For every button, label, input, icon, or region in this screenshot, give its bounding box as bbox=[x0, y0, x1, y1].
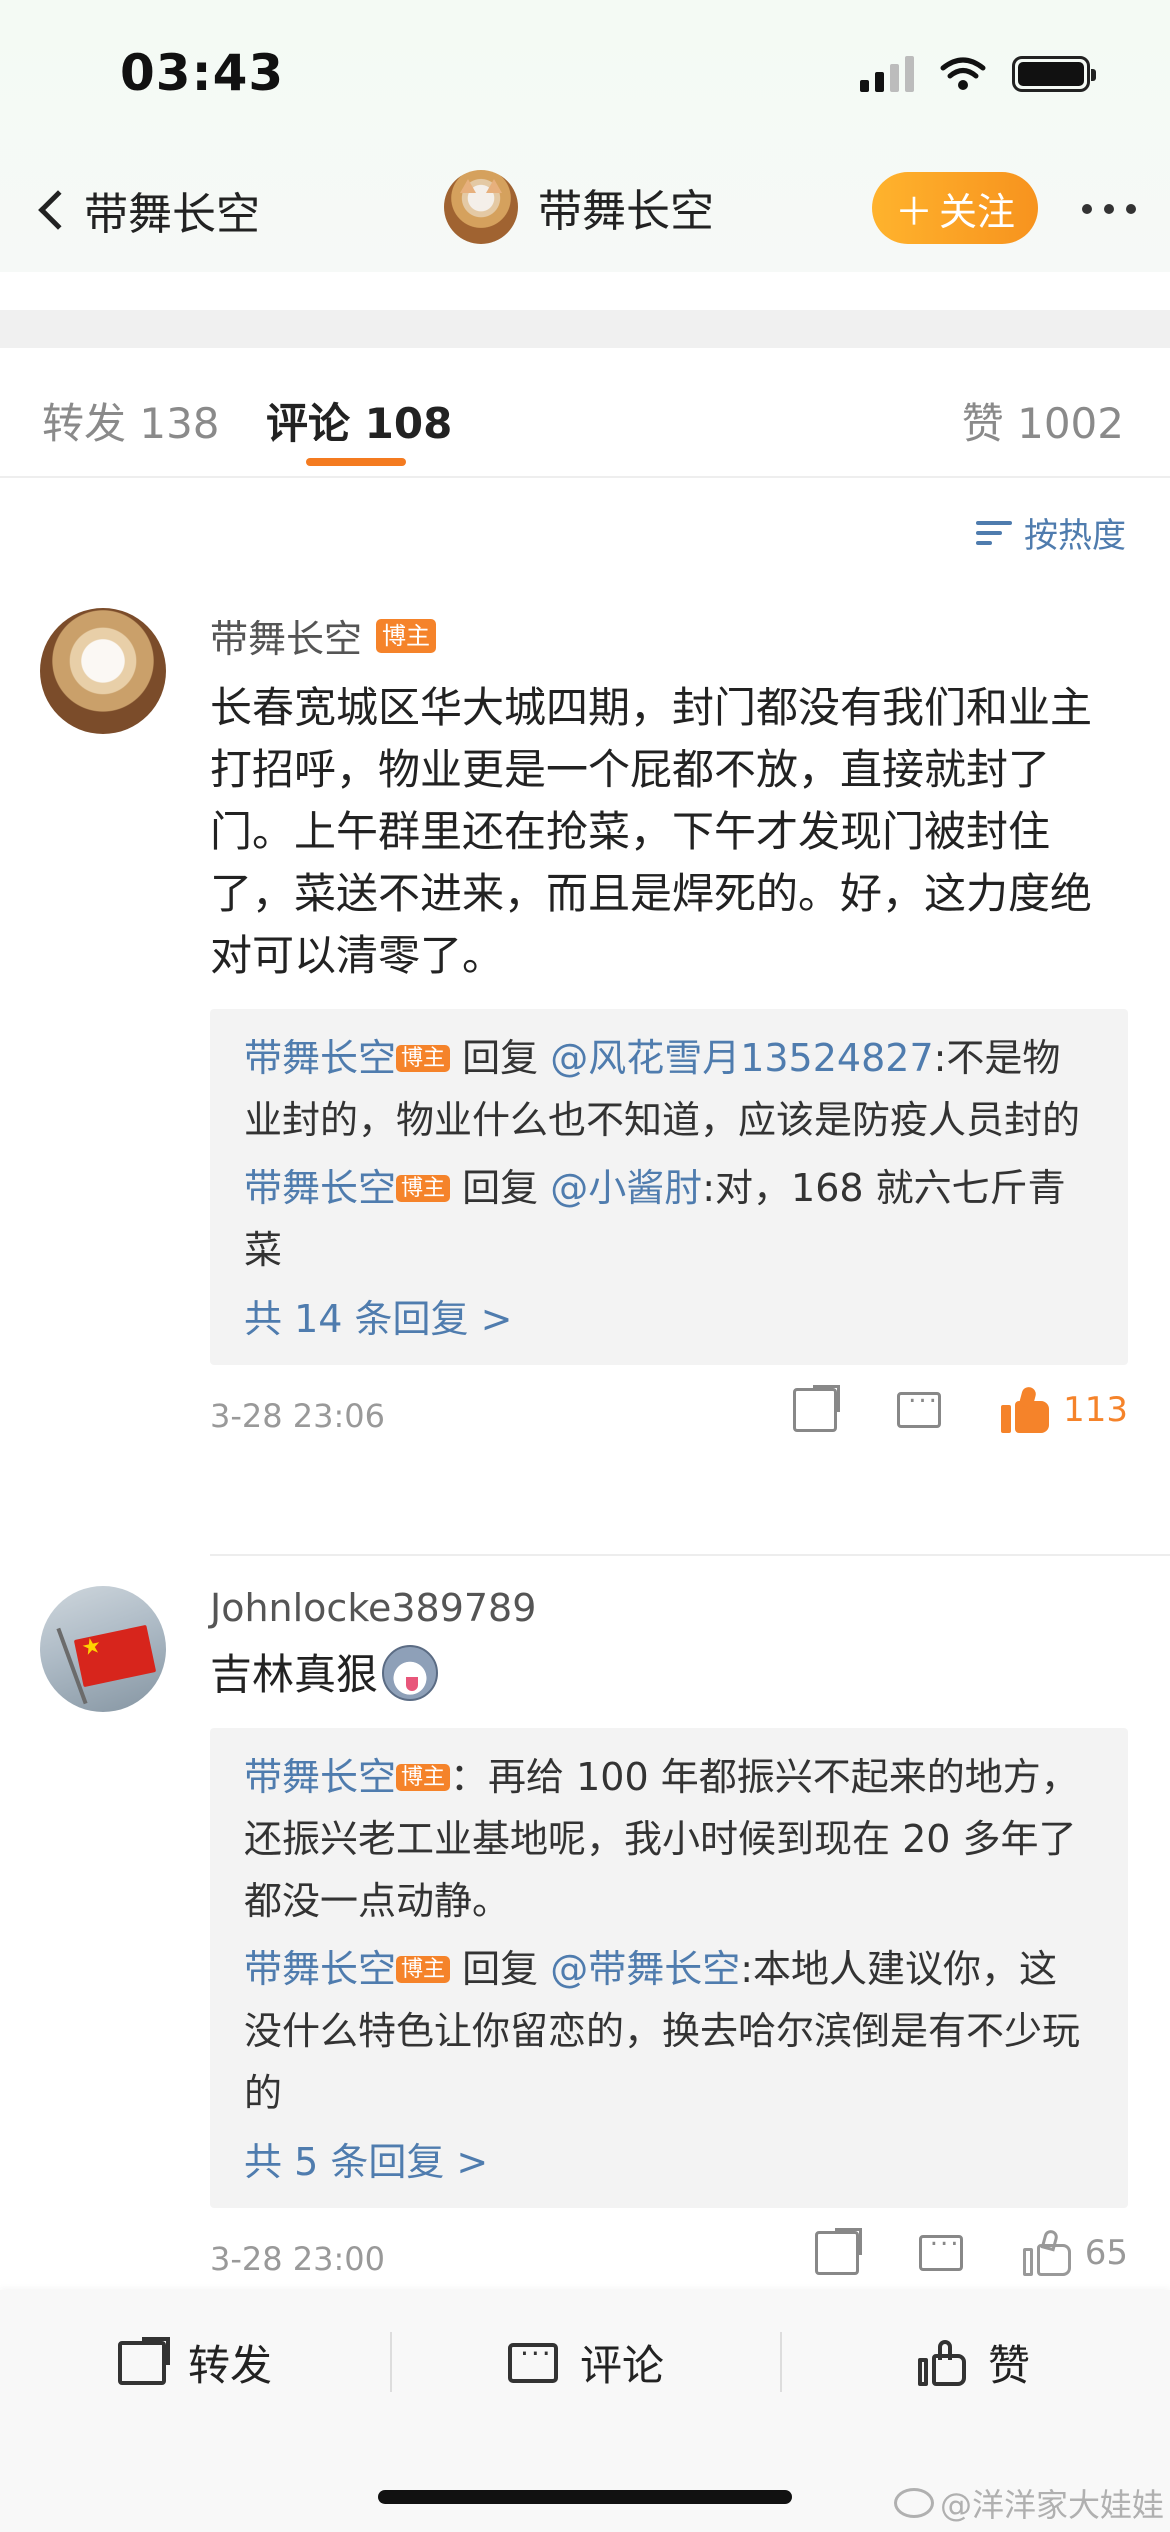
commenter-avatar[interactable] bbox=[40, 1586, 166, 1712]
reply-item[interactable]: 带舞长空 博主 回复 @小酱肘:对，168 就六七斤青菜 bbox=[244, 1157, 1094, 1281]
tab-underline bbox=[306, 458, 406, 466]
commenter-avatar[interactable] bbox=[40, 608, 166, 734]
comment-icon bbox=[508, 2329, 558, 2383]
like-button-bottom[interactable]: 赞 bbox=[918, 2332, 1030, 2393]
sort-icon bbox=[976, 517, 1012, 549]
nav-profile[interactable]: 带舞长空 bbox=[444, 170, 714, 244]
back-button[interactable]: 带舞长空 bbox=[30, 178, 260, 242]
tab-repost[interactable]: 转发 138 bbox=[42, 390, 220, 451]
thumbs-up-icon bbox=[1022, 2228, 1071, 2276]
nav-title: 带舞长空 bbox=[538, 186, 714, 237]
reply-mention[interactable]: @风花雪月13524827 bbox=[550, 1036, 933, 1080]
reply-mid: 回复 bbox=[450, 1947, 551, 1991]
sort-button[interactable]: 按热度 bbox=[976, 508, 1126, 557]
reply-mid: 回复 bbox=[450, 1036, 551, 1080]
top-area: 03:43 带舞长空 带舞长空 ＋ 关注 bbox=[0, 0, 1170, 272]
tab-comment[interactable]: 评论 108 bbox=[266, 390, 452, 451]
reply-icon[interactable] bbox=[918, 2222, 963, 2271]
bar-separator bbox=[780, 2332, 782, 2392]
more-options-button[interactable] bbox=[1082, 204, 1136, 214]
reply-user[interactable]: 带舞长空 bbox=[244, 1947, 396, 1991]
author-badge: 博主 bbox=[396, 1764, 451, 1791]
comment-button[interactable]: 评论 bbox=[508, 2329, 665, 2393]
home-indicator[interactable] bbox=[378, 2490, 792, 2504]
reply-icon[interactable] bbox=[897, 1379, 942, 1428]
reply-item[interactable]: 带舞长空 博主 回复 @带舞长空:本地人建议你，这没什么特色让你留恋的，换去哈尔滨… bbox=[244, 1938, 1094, 2124]
comment-text: 吉林真狠 bbox=[210, 1650, 379, 1699]
follow-button[interactable]: ＋ 关注 bbox=[872, 172, 1038, 244]
repost-button[interactable]: 转发 bbox=[118, 2332, 272, 2393]
like-count: 113 bbox=[1063, 1390, 1128, 1430]
share-icon[interactable] bbox=[793, 1385, 841, 1432]
like-button[interactable]: 113 bbox=[1001, 1385, 1128, 1433]
watermark-text: @洋洋家大娃娃 bbox=[939, 2486, 1164, 2524]
status-time: 03:43 bbox=[120, 44, 285, 102]
reply-box[interactable]: 带舞长空 博主 ：再给 100 年都振兴不起来的地方，还振兴老工业基地呢，我小时候到… bbox=[210, 1728, 1128, 2208]
avatar[interactable] bbox=[444, 170, 518, 244]
share-icon[interactable] bbox=[814, 2228, 862, 2275]
comment-text: 长春宽城区华大城四期，封门都没有我们和业主打招呼，物业更是一个屁都不放，直接就封… bbox=[210, 683, 1093, 980]
follow-label: 关注 bbox=[939, 189, 1016, 234]
reply-box[interactable]: 带舞长空 博主 回复 @风花雪月13524827:不是物业封的，物业什么也不知道，… bbox=[210, 1009, 1128, 1365]
thumbs-up-icon bbox=[918, 2339, 966, 2386]
reply-user[interactable]: 带舞长空 bbox=[244, 1166, 396, 1210]
tabs: 转发 138 评论 108 赞 1002 bbox=[0, 348, 1170, 478]
nav-bar: 带舞长空 带舞长空 ＋ 关注 bbox=[0, 160, 1170, 260]
reply-mid: 回复 bbox=[450, 1166, 551, 1210]
weibo-logo-icon bbox=[893, 2488, 934, 2518]
thumbs-up-icon bbox=[1001, 1385, 1050, 1433]
status-icons bbox=[860, 56, 1096, 92]
author-badge: 博主 bbox=[376, 618, 437, 653]
dog-emoji-icon bbox=[382, 1645, 439, 1701]
reply-mention[interactable]: @小酱肘 bbox=[550, 1166, 702, 1210]
watermark: @洋洋家大娃娃 bbox=[893, 2480, 1164, 2526]
repost-icon bbox=[118, 2336, 170, 2385]
battery-icon bbox=[1012, 56, 1096, 92]
like-button[interactable]: 65 bbox=[1022, 2228, 1128, 2276]
like-count: 65 bbox=[1084, 2233, 1128, 2273]
comment-label: 评论 bbox=[580, 2341, 665, 2390]
section-divider bbox=[0, 310, 1170, 348]
author-badge: 博主 bbox=[396, 1175, 451, 1202]
commenter-name[interactable]: Johnlocke389789 bbox=[210, 1586, 536, 1630]
reply-mention[interactable]: @带舞长空 bbox=[550, 1947, 740, 1991]
reply-item[interactable]: 带舞长空 博主 ：再给 100 年都振兴不起来的地方，还振兴老工业基地呢，我小时候到… bbox=[244, 1746, 1094, 1932]
reply-user[interactable]: 带舞长空 bbox=[244, 1755, 396, 1799]
author-badge: 博主 bbox=[396, 1045, 451, 1072]
plus-icon: ＋ bbox=[894, 189, 933, 234]
tab-like[interactable]: 赞 1002 bbox=[962, 390, 1124, 451]
author-badge: 博主 bbox=[396, 1956, 451, 1983]
comment-time: 3-28 23:00 bbox=[210, 2240, 386, 2278]
sort-label: 按热度 bbox=[1024, 516, 1126, 556]
reply-item[interactable]: 带舞长空 博主 回复 @风花雪月13524827:不是物业封的，物业什么也不知道，… bbox=[244, 1027, 1094, 1151]
repost-label: 转发 bbox=[188, 2341, 273, 2390]
comment-divider bbox=[210, 1554, 1170, 1556]
signal-icon bbox=[860, 56, 914, 92]
reply-user[interactable]: 带舞长空 bbox=[244, 1036, 396, 1080]
comment-time: 3-28 23:06 bbox=[210, 1397, 386, 1435]
more-replies-link[interactable]: 共 5 条回复 > bbox=[244, 2132, 1094, 2192]
bar-separator bbox=[390, 2332, 392, 2392]
back-label: 带舞长空 bbox=[84, 189, 260, 240]
more-replies-link[interactable]: 共 14 条回复 > bbox=[244, 1289, 1094, 1349]
commenter-name[interactable]: 带舞长空 bbox=[210, 608, 362, 663]
wifi-icon bbox=[940, 57, 986, 90]
back-chevron-icon bbox=[38, 190, 78, 230]
like-label: 赞 bbox=[988, 2341, 1031, 2390]
